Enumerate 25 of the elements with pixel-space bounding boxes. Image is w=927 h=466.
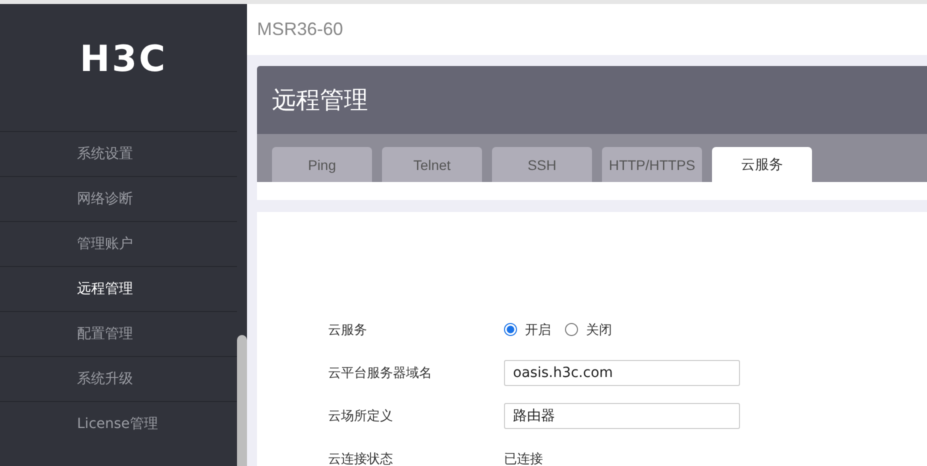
- field-label: 云场所定义: [328, 408, 394, 424]
- radio-label[interactable]: 关闭: [586, 320, 612, 338]
- field-label: 云连接状态: [328, 450, 394, 466]
- status-value: 已连接: [504, 450, 543, 466]
- input-field[interactable]: oasis.h3c.com: [504, 360, 740, 386]
- tab[interactable]: 云服务: [712, 147, 812, 182]
- device-name: MSR36-60: [257, 19, 344, 40]
- tab[interactable]: HTTP/HTTPS: [602, 147, 702, 182]
- sidebar-item[interactable]: 远程管理: [0, 266, 237, 311]
- tab[interactable]: Ping: [272, 147, 372, 182]
- tab[interactable]: SSH: [492, 147, 592, 182]
- sidebar-item[interactable]: 网络诊断: [0, 176, 237, 221]
- tab[interactable]: Telnet: [382, 147, 482, 182]
- radio-button[interactable]: [565, 323, 578, 336]
- sidebar-item[interactable]: 系统设置: [0, 131, 237, 176]
- page-title: 远程管理: [272, 85, 368, 116]
- input-field[interactable]: 路由器: [504, 402, 740, 428]
- radio-button[interactable]: [504, 323, 517, 336]
- sidebar-item[interactable]: 配置管理: [0, 311, 237, 356]
- logo: H3C: [80, 42, 168, 78]
- radio-label[interactable]: 开启: [525, 320, 551, 338]
- sidebar-item[interactable]: 管理账户: [0, 221, 237, 266]
- scrollbar[interactable]: [237, 335, 247, 466]
- field-label: 云平台服务器域名: [328, 364, 433, 382]
- field-label: 云服务: [328, 322, 368, 338]
